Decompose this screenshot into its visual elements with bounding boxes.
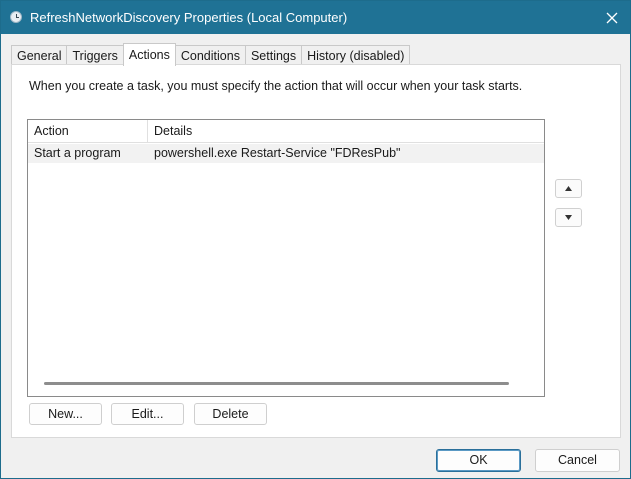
tab-general[interactable]: General (11, 45, 68, 65)
close-button[interactable] (594, 1, 630, 34)
tab-actions[interactable]: Actions (122, 43, 176, 66)
chevron-down-icon (565, 215, 572, 220)
cancel-button[interactable]: Cancel (535, 449, 620, 472)
column-header-action[interactable]: Action (28, 120, 148, 142)
tab-strip: General Triggers Actions Conditions Sett… (11, 43, 411, 66)
window-title: RefreshNetworkDiscovery Properties (Loca… (30, 10, 348, 25)
tab-settings[interactable]: Settings (244, 45, 303, 65)
actions-tab-panel: When you create a task, you must specify… (11, 64, 621, 438)
ok-button[interactable]: OK (436, 449, 521, 472)
actions-list[interactable]: Action Details Start a program powershel… (27, 119, 545, 397)
move-down-button[interactable] (555, 208, 582, 227)
title-bar[interactable]: RefreshNetworkDiscovery Properties (Loca… (1, 1, 630, 34)
instruction-text: When you create a task, you must specify… (29, 79, 523, 93)
horizontal-scrollbar[interactable] (44, 382, 509, 385)
chevron-up-icon (565, 186, 572, 191)
tab-triggers[interactable]: Triggers (66, 45, 124, 65)
edit-action-button[interactable]: Edit... (111, 403, 184, 425)
list-header: Action Details (28, 120, 544, 143)
tab-conditions[interactable]: Conditions (174, 45, 246, 65)
row-action-cell: Start a program (34, 146, 121, 160)
move-up-button[interactable] (555, 179, 582, 198)
table-row[interactable]: Start a program powershell.exe Restart-S… (28, 144, 544, 163)
tab-history[interactable]: History (disabled) (301, 45, 411, 65)
row-details-cell: powershell.exe Restart-Service "FDResPub… (154, 146, 401, 160)
clock-icon (10, 11, 22, 23)
delete-action-button[interactable]: Delete (194, 403, 267, 425)
column-header-details[interactable]: Details (148, 120, 544, 142)
close-icon (606, 12, 618, 23)
new-action-button[interactable]: New... (29, 403, 102, 425)
task-properties-window: RefreshNetworkDiscovery Properties (Loca… (0, 0, 631, 479)
